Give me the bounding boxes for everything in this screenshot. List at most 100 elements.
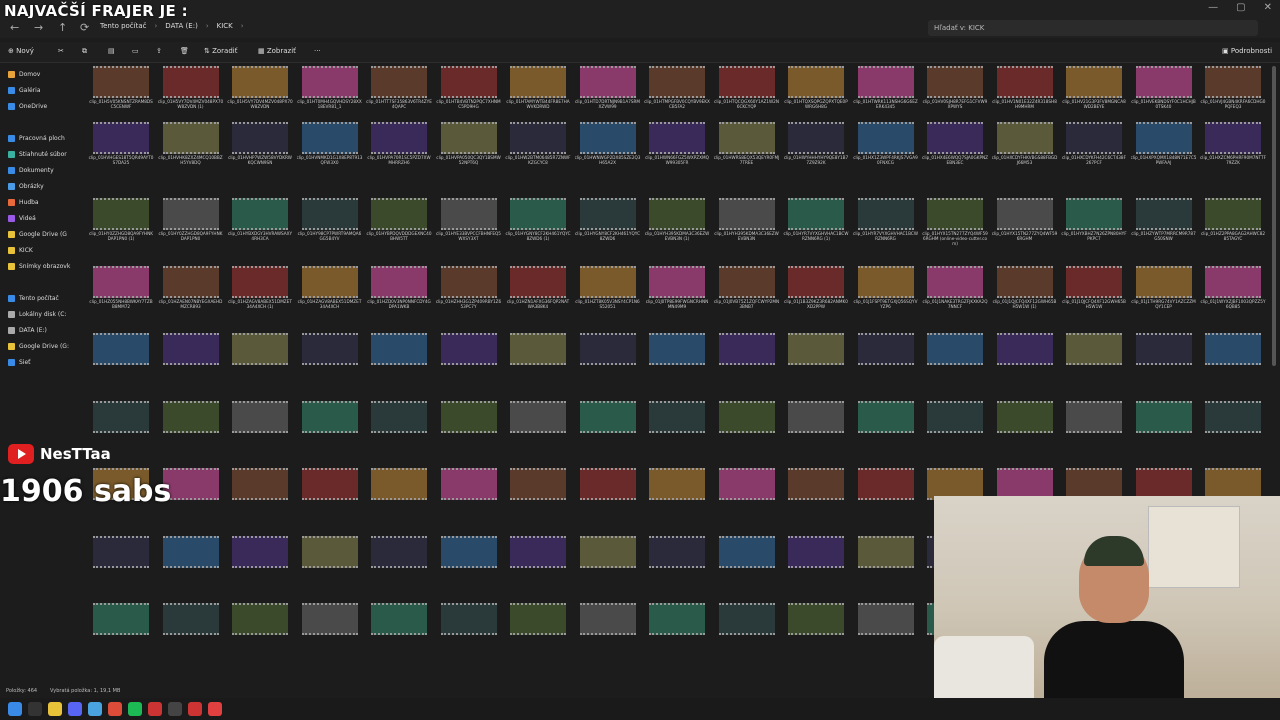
file-item[interactable]: clip_01HZAEN07NBYEGXAEHDMZCR893: [158, 265, 224, 324]
file-item[interactable]: [436, 535, 502, 594]
file-item[interactable]: [1131, 333, 1197, 391]
file-item[interactable]: clip_01HWRS8EQX53QEYR0FMJ7TREE: [714, 122, 780, 180]
file-item[interactable]: clip_01HZN1AFXG36FQP2NATWA3B8K4: [505, 265, 571, 324]
paste-icon[interactable]: ▤: [108, 47, 115, 55]
file-item[interactable]: clip_01HVJ4GBN4KRFA6CDHG0PQFEQ3: [1200, 66, 1266, 124]
file-item[interactable]: clip_01HXZCM6PHRF90M7NTTF79ZZK: [1200, 122, 1266, 180]
file-item[interactable]: [505, 333, 571, 391]
file-item[interactable]: clip_01HXCDYKFH42C6CT438F267PCF: [1061, 122, 1127, 180]
file-item[interactable]: [853, 603, 919, 661]
file-item[interactable]: [436, 400, 502, 459]
breadcrumb-item[interactable]: KICK: [217, 22, 233, 30]
file-item[interactable]: [436, 603, 502, 661]
file-item[interactable]: [436, 333, 502, 391]
file-item[interactable]: clip_01HX1Z3WPF4RKJS7VGA90FNXCG: [853, 122, 919, 180]
file-item[interactable]: [227, 535, 293, 594]
file-item[interactable]: [366, 603, 432, 661]
file-item[interactable]: [575, 468, 641, 526]
sidebar-item[interactable]: OneDrive: [8, 103, 47, 110]
sidebar-item[interactable]: Sieť: [8, 359, 31, 366]
breadcrumb-item[interactable]: Tento počítač: [100, 22, 146, 30]
file-item[interactable]: clip_01HTB4VBTN2PQC7XHNMC5PD9HG: [436, 66, 502, 124]
sidebar-item[interactable]: Dokumenty: [8, 167, 54, 174]
file-item[interactable]: [644, 535, 710, 594]
file-item[interactable]: [783, 400, 849, 459]
app-icon[interactable]: [148, 702, 162, 716]
file-item[interactable]: [714, 468, 780, 526]
file-item[interactable]: [783, 603, 849, 661]
file-item[interactable]: [714, 333, 780, 391]
file-item[interactable]: clip_01HYGNY8CF2KH461YQYC8ZWD6: [575, 198, 641, 256]
file-item[interactable]: clip_01J1WYXZJBF1003QPZZ5Y6QB85: [1200, 265, 1266, 324]
file-item[interactable]: clip_01HV0SJH8R7EFG1CFVW9XPWYS: [922, 66, 988, 124]
sidebar-item[interactable]: Videá: [8, 215, 36, 222]
file-item[interactable]: [505, 603, 571, 661]
file-item[interactable]: [88, 603, 154, 661]
file-item[interactable]: [297, 603, 363, 661]
file-item[interactable]: clip_01HZT8K05V3NSY4CP1N6S52051: [575, 265, 641, 324]
breadcrumb-item[interactable]: DATA (E:): [165, 22, 198, 30]
file-item[interactable]: [783, 333, 849, 391]
app-icon[interactable]: [168, 702, 182, 716]
file-item[interactable]: [853, 333, 919, 391]
sidebar-item[interactable]: Snímky obrazovk: [8, 263, 70, 270]
copy-icon[interactable]: ⧉: [82, 47, 87, 56]
delete-icon[interactable]: 🗑: [180, 47, 189, 55]
file-item[interactable]: clip_01HV1N01E32Z4R318SH8H9MHRM: [992, 66, 1058, 124]
file-item[interactable]: clip_01HVPA70R1SC5PZD7XWMHRRZH6: [366, 122, 432, 180]
file-item[interactable]: [366, 535, 432, 594]
maximize-icon[interactable]: ▢: [1236, 2, 1245, 13]
file-item[interactable]: clip_01J1B3Z9KZ3R682ANMK0XD2PPW: [783, 265, 849, 324]
file-item[interactable]: [783, 535, 849, 594]
file-item[interactable]: [1061, 333, 1127, 391]
file-item[interactable]: clip_01HWYHHHYHY9QE8Y1B77Z9Z92K: [783, 122, 849, 180]
file-item[interactable]: clip_01HTD7DRTNJN9B1A7SRMXZVW99: [575, 66, 641, 124]
file-item[interactable]: [505, 468, 571, 526]
sidebar-item[interactable]: Pracovná ploch: [8, 135, 65, 142]
file-item[interactable]: clip_01J1QJCFQ4XF12GWH65BH5W1W: [1061, 265, 1127, 324]
new-button[interactable]: ⊕ Nový: [8, 47, 34, 55]
discord-icon[interactable]: [68, 702, 82, 716]
file-item[interactable]: [88, 333, 154, 391]
file-explorer-icon[interactable]: [48, 702, 62, 716]
file-item[interactable]: [297, 333, 363, 391]
file-item[interactable]: [714, 400, 780, 459]
file-item[interactable]: [575, 400, 641, 459]
file-item[interactable]: clip_01HYBXDGY3HVRAWSAXY4RH3CA: [227, 198, 293, 256]
file-item[interactable]: clip_01HXPXQMX1848N71E7C5PWFAAJ: [1131, 122, 1197, 180]
file-item[interactable]: clip_01HV21G3P3FV8MGNCA8WD2BEYE: [1061, 66, 1127, 124]
file-item[interactable]: [922, 400, 988, 459]
file-item[interactable]: [1131, 400, 1197, 459]
sort-button[interactable]: ⇅ Zoradiť: [204, 47, 237, 55]
file-item[interactable]: clip_01HVHP7WZW58VYDKRWKQCWN9SN: [227, 122, 293, 180]
file-item[interactable]: [575, 333, 641, 391]
file-item[interactable]: clip_01HYH395KDMA3C36EZWEVBN3N (1): [644, 198, 710, 256]
file-item[interactable]: clip_01HZD0V3NP0NNFCDY4GDPA1WKB: [366, 265, 432, 324]
file-item[interactable]: [158, 400, 224, 459]
file-item[interactable]: clip_01HYR7VYXGHVHAC1BCWRZNN6RG (1): [783, 198, 849, 256]
file-item[interactable]: clip_01HVEKBNDSYF0C1HCHJB0TSK40: [1131, 66, 1197, 124]
file-item[interactable]: [297, 400, 363, 459]
chrome-icon[interactable]: [108, 702, 122, 716]
file-item[interactable]: clip_01H5VY7DV4MZV048PX70W8ZVDN (1): [158, 66, 224, 124]
file-item[interactable]: clip_01HVHK8ZXZ4MCQ10BBZH5YV8DQ: [158, 122, 224, 180]
file-item[interactable]: clip_01HYX15TN277ZYQ4WF596RGHM: [992, 198, 1058, 256]
sidebar-item[interactable]: Google Drive (G: [8, 231, 67, 238]
details-button[interactable]: ▣ Podrobnosti: [1222, 47, 1272, 55]
back-icon[interactable]: ←: [10, 21, 19, 34]
spotify-icon[interactable]: [128, 702, 142, 716]
edge-icon[interactable]: [88, 702, 102, 716]
more-button[interactable]: ···: [314, 47, 321, 55]
file-item[interactable]: [1061, 400, 1127, 459]
sidebar-item[interactable]: Galéria: [8, 87, 41, 94]
file-item[interactable]: [297, 468, 363, 526]
file-item[interactable]: [992, 400, 1058, 459]
file-item[interactable]: [714, 603, 780, 661]
file-item[interactable]: [853, 535, 919, 594]
file-item[interactable]: clip_01HYR7VYXGHVHAC1BCWRZNN6RG: [853, 198, 919, 256]
file-item[interactable]: [644, 333, 710, 391]
file-item[interactable]: [366, 400, 432, 459]
file-item[interactable]: [88, 535, 154, 594]
file-item[interactable]: [227, 603, 293, 661]
minimize-icon[interactable]: —: [1208, 2, 1218, 13]
